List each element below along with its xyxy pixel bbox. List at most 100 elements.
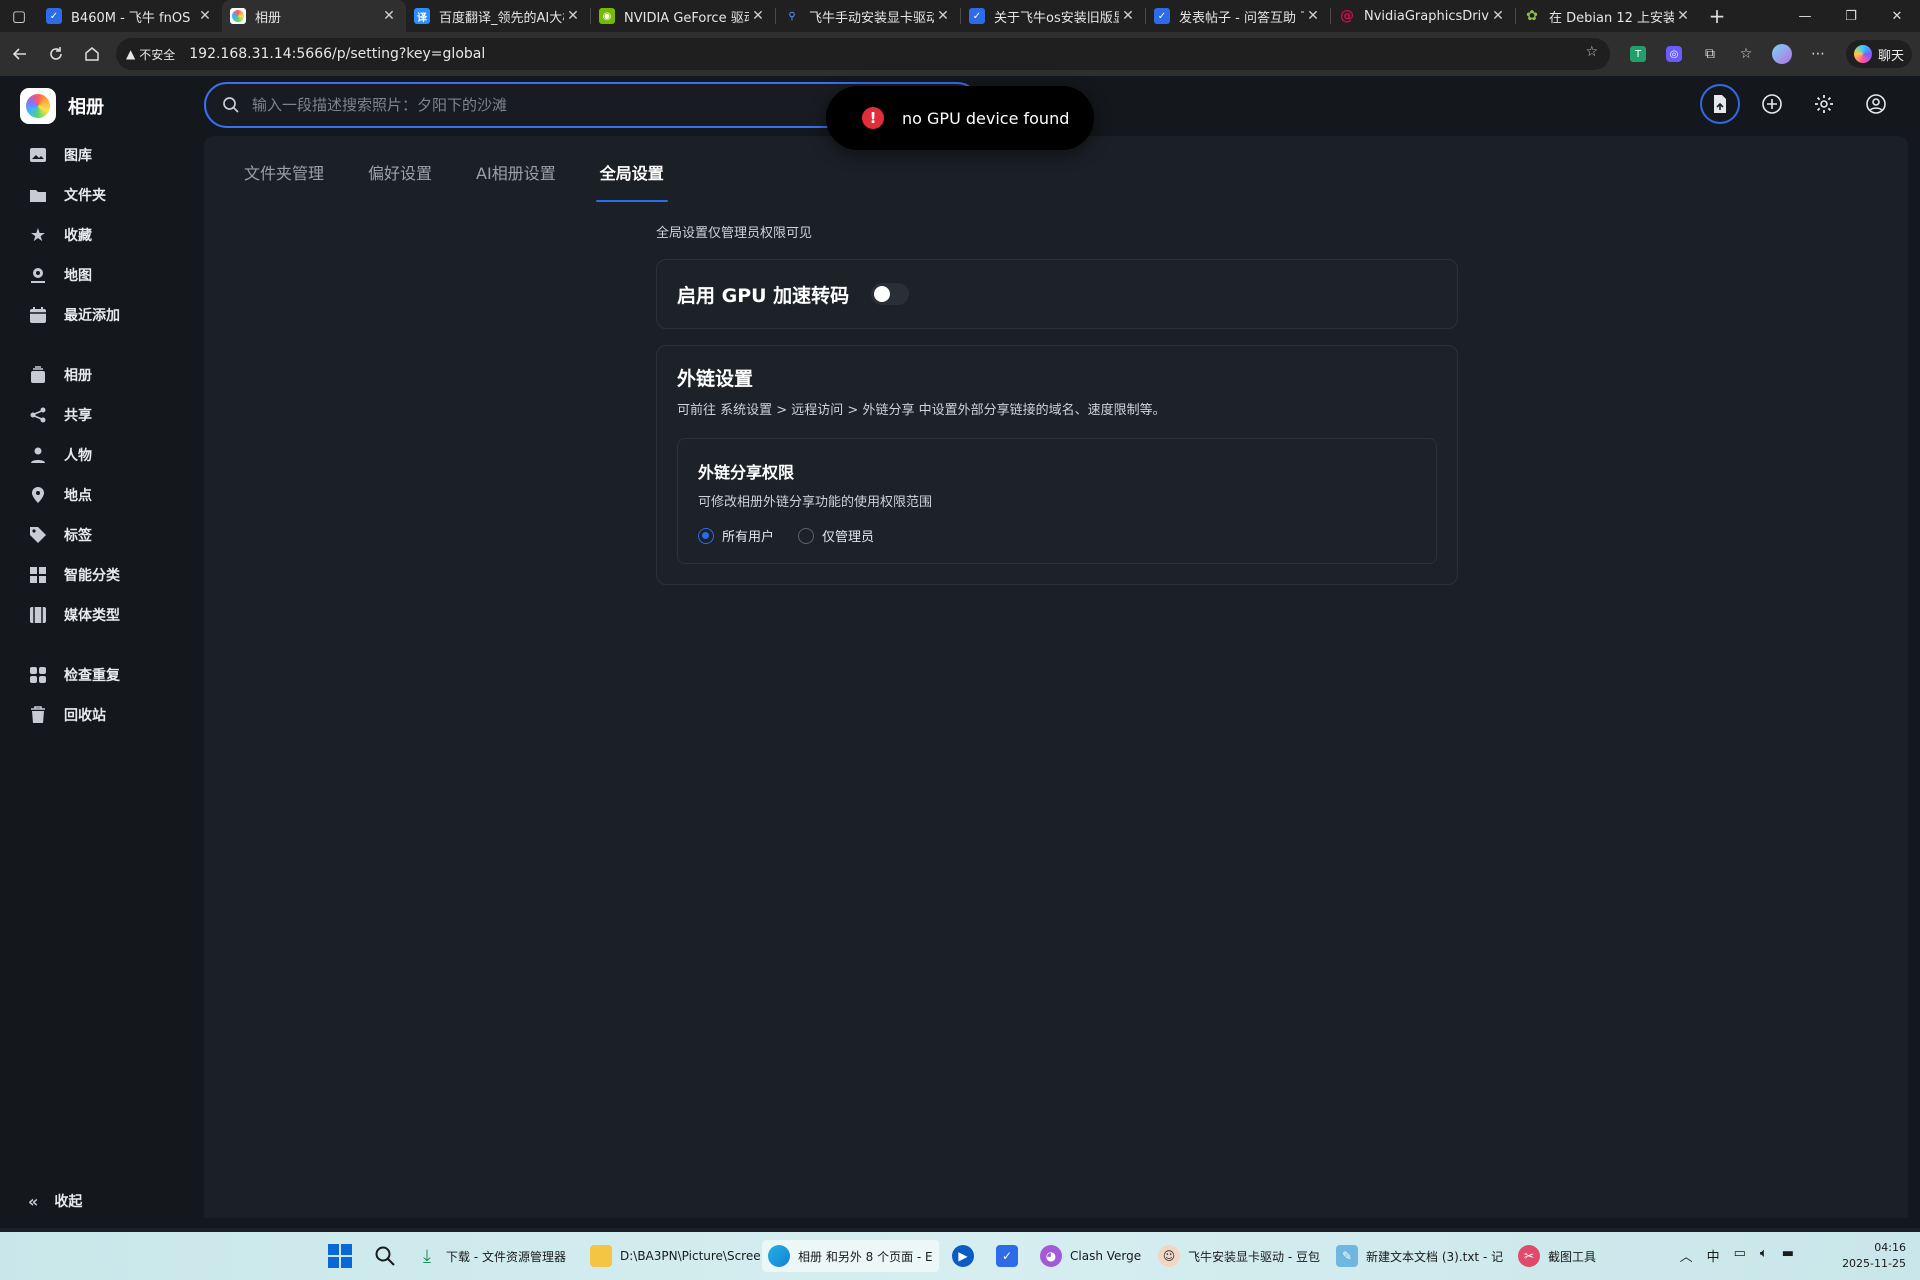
more-menu-icon[interactable]: ⋯ xyxy=(1804,40,1832,68)
taskbar-search-icon[interactable] xyxy=(368,1240,402,1272)
favorites-icon[interactable]: ☆ xyxy=(1732,40,1760,68)
browser-tab[interactable]: @ NvidiaGraphicsDrivers ✕ xyxy=(1331,0,1515,32)
close-tab-icon[interactable]: ✕ xyxy=(749,8,767,24)
taskbar-item-label: D:\BA3PN\Picture\Scree xyxy=(620,1249,761,1263)
system-clock[interactable]: 04:16 2025-11-25 xyxy=(1842,1240,1906,1272)
tab-folder-management[interactable]: 文件夹管理 xyxy=(224,160,340,202)
close-tab-icon[interactable]: ✕ xyxy=(564,8,582,24)
radio-all-users[interactable]: 所有用户 xyxy=(698,526,774,545)
calendar-icon xyxy=(28,305,48,325)
close-tab-icon[interactable]: ✕ xyxy=(380,8,398,24)
tab-preferences[interactable]: 偏好设置 xyxy=(348,160,448,202)
sidebar-item-media-types[interactable]: 媒体类型 xyxy=(0,596,204,634)
settings-gear-icon[interactable] xyxy=(1804,84,1844,124)
sidebar-item-albums[interactable]: 相册 xyxy=(0,356,204,394)
taskbar-item-clash[interactable]: ◕ Clash Verge xyxy=(1034,1240,1147,1272)
restore-icon[interactable]: ❐ xyxy=(1828,0,1874,32)
taskbar-item-downloads[interactable]: ⤓ 下载 - 文件资源管理器 xyxy=(410,1240,572,1272)
browser-tab[interactable]: 译 百度翻译_领先的AI大模 ✕ xyxy=(406,0,590,32)
star-icon: ★ xyxy=(29,224,47,246)
windows-start-icon[interactable] xyxy=(328,1244,352,1268)
taskbar-item-doubao[interactable]: ☺ 飞牛安装显卡驱动 - 豆包 xyxy=(1152,1240,1326,1272)
url-bar[interactable]: ▲ 不安全 192.168.31.14:5666/p/setting?key=g… xyxy=(116,38,1610,70)
sidebar-item-gallery[interactable]: 图库 xyxy=(0,136,204,174)
sidebar-item-duplicates[interactable]: 检查重复 xyxy=(0,656,204,694)
close-tab-icon[interactable]: ✕ xyxy=(196,8,214,24)
app-logo[interactable]: 相册 xyxy=(20,88,104,124)
sidebar-item-shared[interactable]: 共享 xyxy=(0,396,204,434)
tab-global-settings[interactable]: 全局设置 xyxy=(580,160,680,202)
tab-ai-album-settings[interactable]: AI相册设置 xyxy=(456,160,572,202)
user-account-icon[interactable] xyxy=(1856,84,1896,124)
settings-tabs: 文件夹管理 偏好设置 AI相册设置 全局设置 xyxy=(224,160,688,202)
error-toast: ! no GPU device found xyxy=(826,86,1094,150)
taskbar-item-app[interactable]: ✓ xyxy=(990,1240,1024,1272)
close-tab-icon[interactable]: ✕ xyxy=(1119,8,1137,24)
add-icon[interactable] xyxy=(1752,84,1792,124)
film-icon xyxy=(28,605,48,625)
sidebar-item-people[interactable]: 人物 xyxy=(0,436,204,474)
collapse-sidebar-button[interactable]: « 收起 xyxy=(28,1191,82,1211)
browser-tab-strip: ▢ ✓ B460M - 飞牛 fnOS ✕ 相册 ✕ 译 百度翻译_领先的AI大… xyxy=(0,0,1920,32)
minimize-icon[interactable]: — xyxy=(1782,0,1828,32)
new-tab-icon[interactable]: + xyxy=(1700,0,1734,32)
taskbar-item-notepad[interactable]: ✎ 新建文本文档 (3).txt - 记 xyxy=(1330,1240,1509,1272)
close-tab-icon[interactable]: ✕ xyxy=(934,8,952,24)
volume-muted-icon[interactable]: 🔈︎ xyxy=(1760,1246,1768,1265)
tab-actions-icon[interactable]: ▢ xyxy=(0,0,38,32)
sidebar-item-trash[interactable]: 回收站 xyxy=(0,696,204,734)
gpu-transcode-toggle[interactable] xyxy=(871,283,910,305)
tab-title: 在 Debian 12 上安装 N xyxy=(1549,10,1674,26)
browser-tab[interactable]: ⚲ 飞牛手动安装显卡驱动 ✕ xyxy=(776,0,960,32)
chevron-up-icon[interactable]: ︿ xyxy=(1680,1246,1693,1265)
tab-title: 关于飞牛os安装旧版显 xyxy=(994,10,1119,26)
sidebar-item-label: 地点 xyxy=(64,488,92,504)
radio-admin-only[interactable]: 仅管理员 xyxy=(798,526,874,545)
home-icon[interactable] xyxy=(74,36,110,72)
admin-only-notice: 全局设置仅管理员权限可见 xyxy=(656,226,813,241)
sidebar-item-favorites[interactable]: ★ 收藏 xyxy=(0,216,204,254)
taskbar-item-snipping[interactable]: ✂ 截图工具 xyxy=(1512,1240,1602,1272)
browser-tab[interactable]: ✓ 关于飞牛os安装旧版显 ✕ xyxy=(961,0,1145,32)
clash-icon: ◕ xyxy=(1040,1245,1062,1267)
search-icon xyxy=(223,97,239,113)
sidebar-item-tags[interactable]: 标签 xyxy=(0,516,204,554)
upload-photo-icon[interactable] xyxy=(1700,84,1740,124)
browser-tab-active[interactable]: 相册 ✕ xyxy=(222,0,406,32)
browser-tab[interactable]: ✓ 发表帖子 - 问答互助 飞 ✕ xyxy=(1146,0,1330,32)
insecure-indicator[interactable]: ▲ 不安全 xyxy=(126,46,175,63)
tab-title: B460M - 飞牛 fnOS xyxy=(71,10,191,26)
camera-extension-icon[interactable]: ◎ xyxy=(1660,40,1688,68)
sidebar-item-places[interactable]: 地点 xyxy=(0,476,204,514)
browser-tab[interactable]: ✿ 在 Debian 12 上安装 N ✕ xyxy=(1516,0,1700,32)
close-tab-icon[interactable]: ✕ xyxy=(1304,8,1322,24)
ime-indicator[interactable]: 中 xyxy=(1707,1246,1720,1265)
browser-tab[interactable]: ◉ NVIDIA GeForce 驱动程 ✕ xyxy=(591,0,775,32)
close-tab-icon[interactable]: ✕ xyxy=(1674,8,1692,24)
translate-extension-icon[interactable]: T xyxy=(1624,40,1652,68)
favorite-star-icon[interactable]: ☆ xyxy=(1585,44,1598,60)
profile-avatar-icon[interactable] xyxy=(1768,40,1796,68)
back-icon[interactable] xyxy=(2,36,38,72)
album-icon xyxy=(28,365,48,385)
tab-title: 发表帖子 - 问答互助 飞 xyxy=(1179,10,1304,26)
copilot-chat-button[interactable]: 聊天 xyxy=(1846,40,1912,68)
copilot-icon xyxy=(1853,45,1872,63)
sidebar-item-folders[interactable]: 文件夹 xyxy=(0,176,204,214)
battery-icon[interactable]: ▬ xyxy=(1782,1246,1794,1265)
nvidia-favicon-icon: ◉ xyxy=(599,8,615,24)
sidebar-item-smart-categories[interactable]: 智能分类 xyxy=(0,556,204,594)
taskbar-item-explorer[interactable]: D:\BA3PN\Picture\Scree xyxy=(584,1240,767,1272)
taskbar-item-app[interactable]: ▶ xyxy=(946,1240,980,1272)
sidebar-item-map[interactable]: 地图 xyxy=(0,256,204,294)
close-tab-icon[interactable]: ✕ xyxy=(1489,8,1507,24)
reload-icon[interactable] xyxy=(38,36,74,72)
extensions-puzzle-icon[interactable]: ⧉ xyxy=(1696,40,1724,68)
browser-tab[interactable]: ✓ B460M - 飞牛 fnOS ✕ xyxy=(38,0,222,32)
close-window-icon[interactable]: ✕ xyxy=(1874,0,1920,32)
taskbar-item-edge[interactable]: 相册 和另外 8 个页面 - E xyxy=(762,1240,939,1272)
sidebar-item-recent[interactable]: 最近添加 xyxy=(0,296,204,334)
network-icon[interactable]: ▭ xyxy=(1734,1246,1746,1265)
search-input[interactable] xyxy=(252,96,852,114)
map-icon xyxy=(28,265,48,285)
